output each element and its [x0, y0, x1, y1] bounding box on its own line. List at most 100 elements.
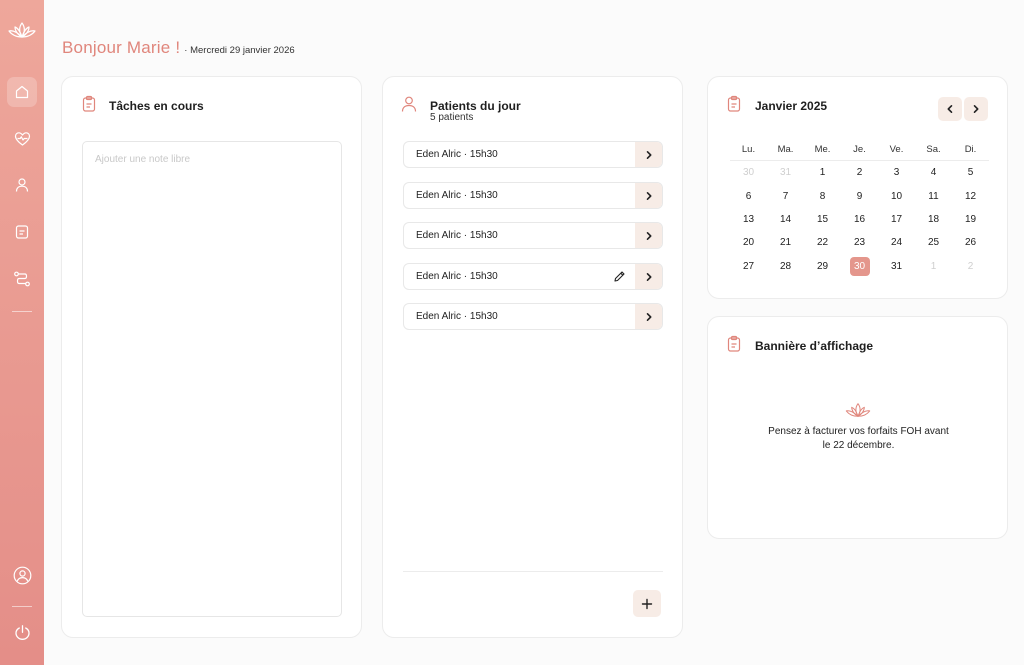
calendar-day[interactable]: 7 [776, 187, 796, 206]
calendar-month-title: Janvier 2025 [755, 99, 828, 113]
patient-row[interactable]: Eden Alric · 15h30 [403, 222, 663, 249]
sidebar-item-notes[interactable] [7, 217, 37, 247]
calendar-weekdays: Lu. Ma. Me. Je. Ve. Sa. Di. [730, 139, 989, 161]
calendar-day[interactable]: 23 [850, 233, 870, 252]
clipboard-icon [727, 95, 741, 112]
patient-row[interactable]: Eden Alric · 15h30 [403, 303, 663, 330]
weekday-label: Je. [853, 144, 866, 155]
banner-line: le 22 décembre. [822, 440, 895, 451]
calendar-day[interactable]: 31 [776, 163, 796, 182]
calendar-day[interactable]: 22 [813, 233, 833, 252]
calendar-day[interactable]: 13 [739, 210, 759, 229]
add-patient-button[interactable] [633, 590, 661, 617]
banner-title: Bannière d’affichage [755, 339, 874, 353]
patient-label: Eden Alric · 15h30 [416, 230, 498, 241]
chevron-right-icon[interactable] [635, 223, 662, 248]
patient-row[interactable]: Eden Alric · 15h30 [403, 182, 663, 209]
calendar-day[interactable]: 4 [924, 163, 944, 182]
calendar-day[interactable]: 18 [924, 210, 944, 229]
document-icon [15, 225, 29, 239]
calendar-day[interactable]: 29 [813, 257, 833, 276]
chevron-right-icon[interactable] [635, 183, 662, 208]
calendar-day[interactable]: 30 [739, 163, 759, 182]
calendar-card: Janvier 2025 Lu. Ma. Me. Je. Ve. Sa. Di.… [707, 76, 1008, 299]
calendar-day[interactable]: 31 [887, 257, 907, 276]
calendar-day-today[interactable]: 30 [849, 256, 870, 276]
sidebar-item-logout[interactable] [7, 617, 37, 647]
calendar-day[interactable]: 17 [887, 210, 907, 229]
sidebar-item-profile[interactable] [7, 560, 37, 590]
calendar-day[interactable]: 10 [887, 187, 907, 206]
calendar-day[interactable]: 15 [813, 210, 833, 229]
calendar-day[interactable]: 2 [850, 163, 870, 182]
patients-card: Patients du jour 5 patients Eden Alric ·… [382, 76, 683, 638]
calendar-day[interactable]: 27 [739, 257, 759, 276]
sidebar-item-patients[interactable] [7, 170, 37, 200]
calendar-week-row: 30 31 1 2 3 4 5 [730, 161, 989, 184]
greeting: Bonjour Marie ! · Mercredi 29 janvier 20… [62, 38, 295, 58]
patient-label: Eden Alric · 15h30 [416, 190, 498, 201]
chevron-right-icon [973, 105, 979, 113]
tasks-card: Tâches en cours [61, 76, 362, 638]
banner-message: Pensez à facturer vos forfaits FOH avant… [748, 425, 969, 453]
weekday-label: Sa. [926, 144, 941, 155]
calendar-day[interactable]: 12 [961, 187, 981, 206]
calendar-day[interactable]: 2 [961, 257, 981, 276]
calendar-day[interactable]: 24 [887, 233, 907, 252]
patients-title: Patients du jour [430, 99, 521, 113]
plus-icon [641, 598, 653, 609]
calendar-day[interactable]: 19 [961, 210, 981, 229]
calendar-day[interactable]: 6 [739, 187, 759, 206]
user-icon [15, 178, 29, 192]
calendar-day[interactable]: 26 [961, 233, 981, 252]
calendar-day[interactable]: 1 [924, 257, 944, 276]
calendar-day[interactable]: 11 [924, 187, 944, 206]
calendar-day[interactable]: 8 [813, 187, 833, 206]
calendar-next-button[interactable] [964, 97, 988, 121]
chevron-right-icon[interactable] [635, 264, 662, 289]
weekday-label: Me. [814, 144, 831, 155]
calendar-day[interactable]: 16 [850, 210, 870, 229]
weekday-label: Di. [964, 144, 977, 155]
chevron-right-icon[interactable] [635, 142, 662, 167]
calendar-day[interactable]: 14 [776, 210, 796, 229]
banner-line: Pensez à facturer vos forfaits FOH avant [768, 426, 949, 437]
lotus-logo-icon [6, 18, 38, 42]
chevron-left-icon [947, 105, 953, 113]
calendar-day[interactable]: 25 [924, 233, 944, 252]
clipboard-icon [727, 335, 741, 352]
patient-row[interactable]: Eden Alric · 15h30 [403, 141, 663, 168]
patient-label: Eden Alric · 15h30 [416, 271, 498, 282]
sidebar-item-home[interactable] [7, 77, 37, 107]
calendar-day[interactable]: 21 [776, 233, 796, 252]
calendar-day[interactable]: 9 [850, 187, 870, 206]
sidebar-item-routes[interactable] [7, 264, 37, 294]
calendar-day[interactable]: 3 [887, 163, 907, 182]
calendar-day[interactable]: 1 [813, 163, 833, 182]
calendar-weeks: 30 31 1 2 3 4 5 6 7 8 9 10 11 12 13 14 15 16 17 18 19 20 21 22 2… [730, 161, 989, 278]
power-icon [14, 624, 30, 640]
home-icon [15, 85, 29, 99]
patient-label: Eden Alric · 15h30 [416, 311, 498, 322]
patients-divider [403, 571, 663, 572]
user-icon [401, 96, 417, 112]
patient-label: Eden Alric · 15h30 [416, 149, 498, 160]
user-circle-icon [13, 566, 31, 584]
calendar-day[interactable]: 28 [776, 257, 796, 276]
sidebar-item-health[interactable] [7, 124, 37, 154]
calendar-prev-button[interactable] [938, 97, 962, 121]
chevron-right-icon[interactable] [635, 304, 662, 329]
route-icon [14, 271, 30, 287]
greeting-title: Bonjour Marie ! [62, 38, 181, 57]
calendar-week-row: 6 7 8 9 10 11 12 [730, 184, 989, 207]
calendar-day[interactable]: 5 [961, 163, 981, 182]
calendar-week-row: 27 28 29 30 31 1 2 [730, 255, 989, 278]
banner-card: Bannière d’affichage Pensez à facturer v… [707, 316, 1008, 539]
free-note-input[interactable] [82, 141, 342, 617]
patient-row[interactable]: Eden Alric · 15h30 [403, 263, 663, 290]
calendar-day[interactable]: 20 [739, 233, 759, 252]
sidebar [0, 0, 44, 665]
pencil-icon[interactable] [611, 269, 627, 285]
weekday-label: Ve. [889, 144, 904, 155]
patients-count: 5 patients [430, 112, 474, 123]
